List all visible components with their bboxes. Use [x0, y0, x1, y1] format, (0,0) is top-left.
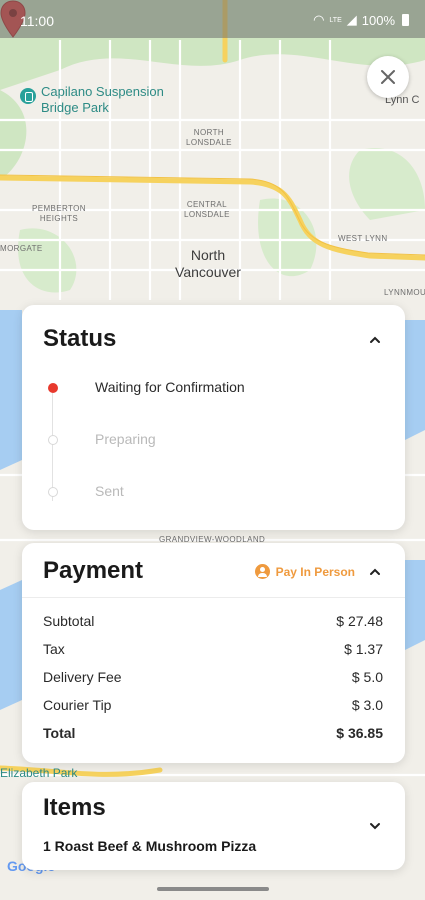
payment-row-delivery-fee: Delivery Fee $ 5.0: [43, 669, 383, 697]
payment-mode: Pay In Person: [254, 564, 355, 579]
row-label: Subtotal: [43, 613, 95, 629]
payment-divider: [22, 597, 405, 598]
payment-row-courier-tip: Courier Tip $ 3.0: [43, 697, 383, 725]
map-label-park: Elizabeth Park: [0, 766, 78, 780]
map-city-name: North Vancouver: [175, 247, 241, 280]
status-card: Status Waiting for Confirmation Preparin…: [22, 305, 405, 530]
close-icon: [381, 70, 395, 84]
wifi-icon: ◠: [313, 12, 325, 27]
payment-card: Payment Pay In Person Subtotal $ 27.48 T…: [22, 543, 405, 763]
row-label: Total: [43, 725, 76, 741]
status-title: Status: [43, 325, 117, 352]
payment-rows: Subtotal $ 27.48 Tax $ 1.37 Delivery Fee…: [43, 613, 383, 753]
map-label-central-lonsdale: CENTRAL LONSDALE: [184, 200, 230, 219]
row-label: Tax: [43, 641, 65, 657]
poi-attraction-icon[interactable]: [20, 88, 36, 104]
home-indicator[interactable]: [157, 887, 269, 891]
user-icon: [254, 564, 270, 579]
close-button[interactable]: [367, 56, 409, 98]
row-label: Delivery Fee: [43, 669, 122, 685]
row-label: Courier Tip: [43, 697, 112, 713]
row-value: $ 36.85: [336, 725, 383, 741]
row-value: $ 3.0: [351, 697, 383, 713]
chevron-up-icon[interactable]: [369, 334, 381, 346]
payment-row-subtotal: Subtotal $ 27.48: [43, 613, 383, 641]
clock: 11:00: [20, 13, 54, 29]
row-value: $ 27.48: [336, 613, 383, 629]
step-label: Preparing: [95, 431, 156, 447]
poi-label[interactable]: Capilano Suspension Bridge Park: [41, 84, 164, 116]
map-label-morgate: MORGATE: [0, 244, 43, 253]
system-status-bar: 11:00 ◠ LTE ◢ 100%: [0, 0, 425, 38]
map-label-lynnmour: LYNNMOU: [384, 288, 425, 297]
items-title: Items: [43, 794, 106, 821]
lte-label: LTE: [329, 16, 342, 24]
payment-mode-label: Pay In Person: [275, 564, 355, 579]
step-dot-active: [48, 383, 58, 393]
step-label: Sent: [95, 483, 124, 499]
map-label-pemberton: PEMBERTON HEIGHTS: [32, 204, 86, 223]
order-item: 1 Roast Beef & Mushroom Pizza: [43, 838, 257, 854]
steps-connector: [52, 393, 53, 501]
row-value: $ 5.0: [351, 669, 383, 685]
map-label-north-lonsdale: NORTH LONSDALE: [186, 128, 232, 147]
status-icons: ◠ LTE ◢ 100%: [313, 12, 409, 28]
chevron-down-icon[interactable]: [369, 820, 381, 832]
items-card[interactable]: Items 1 Roast Beef & Mushroom Pizza: [22, 782, 405, 870]
payment-title: Payment: [43, 557, 144, 584]
step-dot: [48, 435, 58, 445]
payment-row-total: Total $ 36.85: [43, 725, 383, 753]
signal-icon: ◢: [346, 12, 357, 27]
row-value: $ 1.37: [344, 641, 383, 657]
chevron-up-icon[interactable]: [369, 566, 381, 578]
payment-row-tax: Tax $ 1.37: [43, 641, 383, 669]
battery-icon: [402, 14, 409, 26]
step-label: Waiting for Confirmation: [95, 379, 245, 395]
map-label-west-lynn: WEST LYNN: [338, 234, 388, 243]
step-dot: [48, 487, 58, 497]
battery-percent: 100%: [361, 12, 395, 28]
